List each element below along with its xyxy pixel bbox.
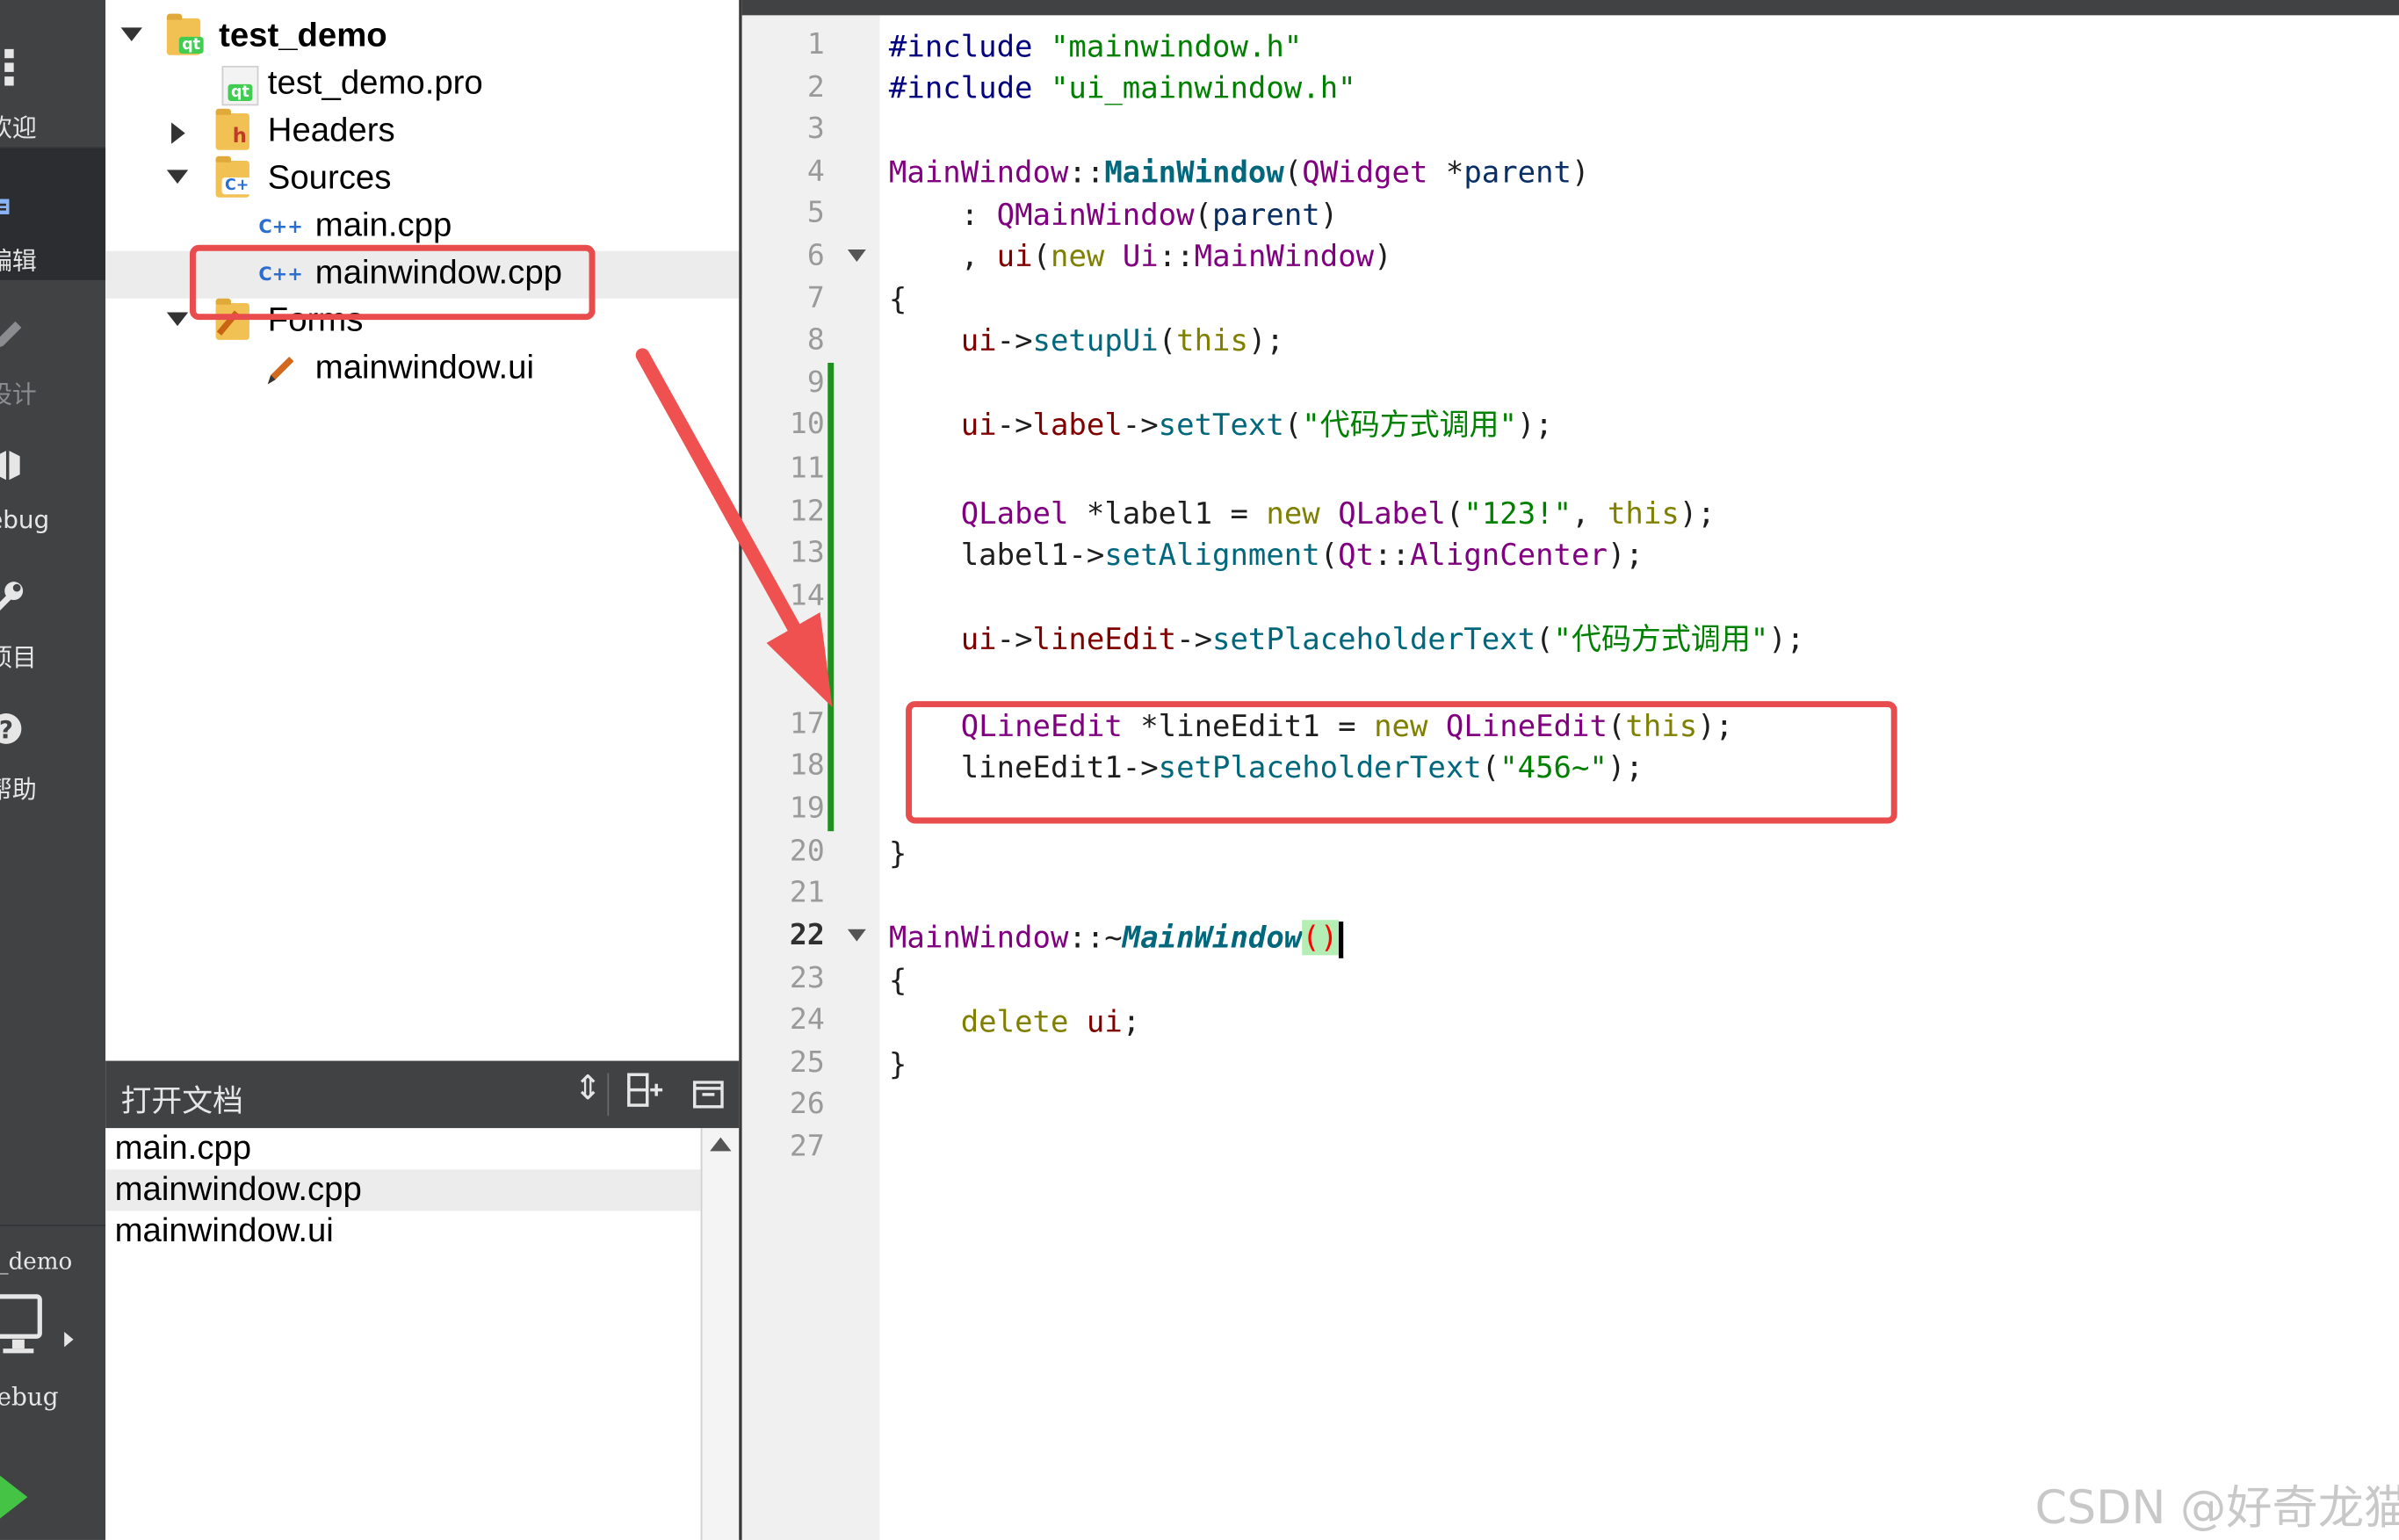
watermark: CSDN @好奇龙猫 (2034, 1481, 2399, 1536)
annotation-arrow-icon (635, 348, 833, 708)
qt-creator-window: 欢迎 编辑 设计 ebug 项目 (0, 0, 2399, 1540)
